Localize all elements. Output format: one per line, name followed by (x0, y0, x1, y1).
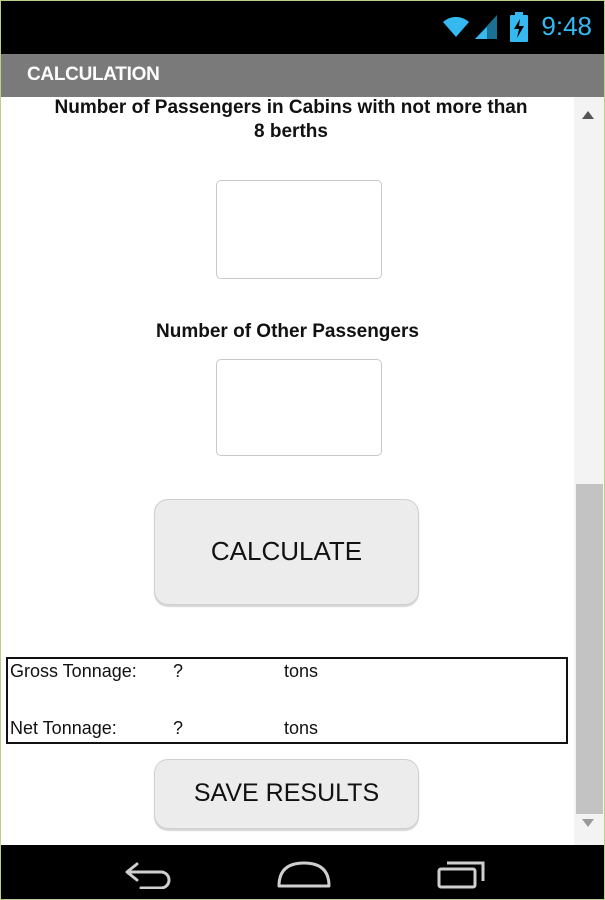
scroll-down-arrow-icon[interactable] (582, 819, 594, 827)
navigation-bar (1, 845, 604, 899)
clock: 9:48 (541, 11, 592, 41)
cabins-passengers-label: Number of Passengers in Cabins with not … (11, 97, 571, 144)
wifi-icon (441, 13, 471, 44)
scrollbar-thumb[interactable] (576, 484, 603, 814)
cabins-passengers-label-line1: Number of Passengers in Cabins with not … (54, 97, 528, 118)
other-passengers-label: Number of Other Passengers (156, 321, 419, 342)
signal-icon (473, 13, 499, 46)
battery-charging-icon (509, 12, 529, 47)
calculate-button-label: CALCULATE (210, 536, 363, 566)
gross-tonnage-label: Gross Tonnage: (10, 661, 137, 681)
title-bar: CALCULATION (1, 54, 604, 97)
home-icon[interactable] (276, 859, 332, 894)
gross-tonnage-unit: tons (284, 661, 319, 681)
results-panel: Gross Tonnage: ? tons Net Tonnage: ? ton… (6, 657, 568, 744)
net-tonnage-unit: tons (284, 718, 319, 738)
scrollbar[interactable] (574, 97, 604, 845)
other-passengers-input[interactable] (216, 359, 382, 456)
net-tonnage-row: Net Tonnage: ? tons (8, 718, 566, 742)
scroll-content[interactable]: Number of Passengers in Cabins with not … (1, 97, 574, 845)
net-tonnage-value: ? (173, 718, 184, 738)
save-results-button-label: SAVE RESULTS (193, 779, 380, 807)
gross-tonnage-row: Gross Tonnage: ? tons (8, 661, 566, 685)
back-icon[interactable] (123, 859, 175, 894)
calculate-button[interactable]: CALCULATE (154, 499, 419, 605)
status-bar: 9:48 (1, 1, 604, 54)
cabins-passengers-label-line2: 8 berths (254, 121, 328, 142)
phone-screen: 9:48 CALCULATION Number of Passengers in… (0, 0, 605, 900)
cabins-passengers-input[interactable] (216, 180, 382, 279)
recent-apps-icon[interactable] (437, 859, 487, 894)
save-results-button[interactable]: SAVE RESULTS (154, 759, 419, 829)
net-tonnage-label: Net Tonnage: (10, 718, 117, 738)
screen-title: CALCULATION (27, 64, 160, 85)
scroll-up-arrow-icon[interactable] (582, 111, 594, 119)
gross-tonnage-value: ? (173, 661, 184, 681)
